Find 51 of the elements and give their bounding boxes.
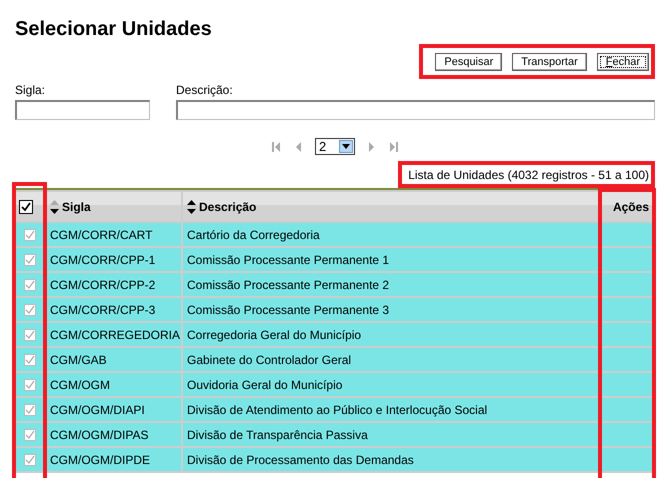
table-cell xyxy=(601,448,653,471)
table-cell xyxy=(601,373,653,396)
sort-icon[interactable] xyxy=(50,200,59,214)
table-cell xyxy=(601,423,653,446)
record-count: Lista de Unidades (4032 registros - 51 a 100) xyxy=(408,168,649,182)
table-cell: CGM/OGM/DIAPI xyxy=(46,398,181,421)
table-cell: CGM/OGM xyxy=(46,373,181,396)
table-cell: CGM/GAB xyxy=(46,348,181,371)
toolbar-button[interactable]: Fechar xyxy=(596,53,649,71)
table-cell: CGM/CORR/CPP-1 xyxy=(46,248,181,271)
table-cell xyxy=(601,298,653,321)
page-select[interactable]: 2 xyxy=(315,138,355,155)
column-header[interactable]: Sigla xyxy=(46,192,181,221)
toolbar-button[interactable]: Pesquisar xyxy=(435,53,502,71)
table-cell xyxy=(601,398,653,421)
table-cell: Ouvidoria Geral do Município xyxy=(183,373,599,396)
table-cell: CGM/CORR/CART xyxy=(46,223,181,246)
table-cell: Corregedoria Geral do Município xyxy=(183,323,599,346)
table-cell: CGM/CORR/CPP-2 xyxy=(46,273,181,296)
table-cell: Comissão Processante Permanente 1 xyxy=(183,248,599,271)
table-cell: Gabinete do Controlador Geral xyxy=(183,348,599,371)
next-page-icon[interactable] xyxy=(367,140,377,152)
table-cell: Comissão Processante Permanente 3 xyxy=(183,298,599,321)
page-title: Selecionar Unidades xyxy=(15,17,213,41)
table-cell: CGM/CORR/CPP-3 xyxy=(46,298,181,321)
column-header[interactable]: Descrição xyxy=(183,192,599,221)
table-cell xyxy=(601,273,653,296)
checkbox[interactable] xyxy=(19,200,33,214)
input-field[interactable] xyxy=(176,100,655,120)
table-cell: Cartório da Corregedoria xyxy=(183,223,599,246)
table-cell: Comissão Processante Permanente 2 xyxy=(183,273,599,296)
caret-icon xyxy=(342,144,350,149)
table-cell: Divisão de Processamento das Demandas xyxy=(183,448,599,471)
table-cell xyxy=(601,223,653,246)
dropdown-button[interactable] xyxy=(339,140,353,153)
table-cell: Divisão de Atendimento ao Público e Interlocução Social xyxy=(183,398,599,421)
table-cell: CGM/OGM/DIPDE xyxy=(46,448,181,471)
table-cell: CGM/CORREGEDORIA xyxy=(46,323,181,346)
table-cell xyxy=(601,248,653,271)
toolbar-button[interactable]: Transportar xyxy=(512,53,587,71)
sort-icon[interactable] xyxy=(187,200,196,214)
last-page-icon[interactable] xyxy=(389,140,399,152)
first-page-icon[interactable] xyxy=(271,140,281,152)
input-field[interactable] xyxy=(15,100,150,120)
table-cell xyxy=(601,323,653,346)
table-cell: CGM/OGM/DIPAS xyxy=(46,423,181,446)
table-cell xyxy=(601,348,653,371)
field-label: Sigla: xyxy=(15,83,46,97)
column-header[interactable]: Ações xyxy=(601,192,653,221)
field-label: Descrição: xyxy=(176,83,234,97)
table-cell: Divisão de Transparência Passiva xyxy=(183,423,599,446)
